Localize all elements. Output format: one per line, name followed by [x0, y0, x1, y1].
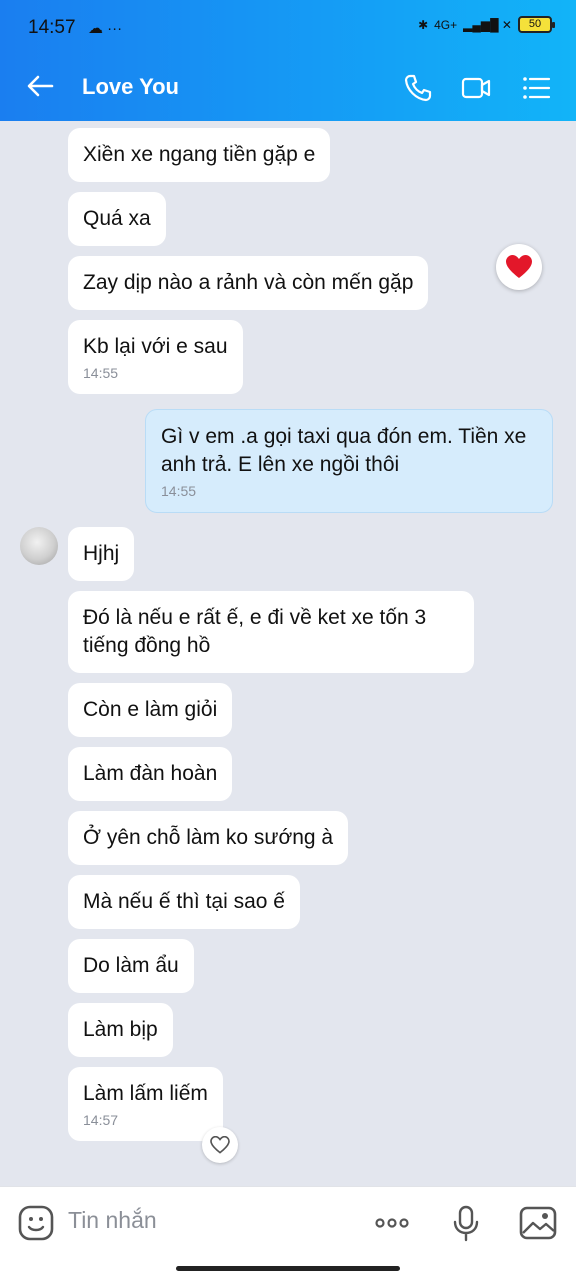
- message-text: Ở yên chỗ làm ko sướng à: [83, 826, 334, 849]
- message-text: Kb lại với e sau: [83, 335, 228, 358]
- message-bubble[interactable]: Quá xa: [68, 192, 166, 246]
- signal-icon: ▂▄▆█ ✕: [463, 17, 512, 32]
- message-bubble[interactable]: Xiền xe ngang tiền gặp e: [68, 128, 331, 182]
- message-time: 14:55: [83, 365, 119, 381]
- menu-icon[interactable]: [520, 72, 552, 104]
- status-right-icons: ✱ 4G+ ▂▄▆█ ✕ 50: [418, 16, 555, 33]
- message-input[interactable]: Tin nhắn: [68, 1207, 157, 1234]
- message-bubble[interactable]: Đó là nếu e rất ế, e đi về ket xe tốn 3 …: [68, 591, 474, 673]
- message-text: Làm bịp: [83, 1018, 158, 1041]
- message-text: Quá xa: [83, 207, 151, 230]
- message-bubble[interactable]: Còn e làm giỏi: [68, 683, 233, 737]
- message-text: Hjhj: [83, 542, 120, 565]
- video-call-icon[interactable]: [460, 72, 492, 104]
- more-icon[interactable]: [372, 1203, 412, 1243]
- message-time: 14:57: [83, 1112, 119, 1128]
- status-time: 14:57: [28, 17, 76, 38]
- message-bubble[interactable]: Làm đàn hoàn: [68, 747, 233, 801]
- image-icon[interactable]: [518, 1203, 558, 1243]
- heart-reaction[interactable]: [496, 244, 542, 290]
- back-arrow-icon[interactable]: [24, 70, 56, 102]
- message-time: 14:55: [161, 483, 197, 499]
- message-bubble[interactable]: Làm lấm liếm 14:57: [68, 1067, 223, 1141]
- notification-icons: ☁ ···: [88, 20, 123, 37]
- message-bubble[interactable]: Zay dịp nào a rảnh và còn mến gặp: [68, 256, 429, 310]
- sent-message-bubble[interactable]: Gì v em .a gọi taxi qua đón em. Tiền xe …: [145, 409, 553, 513]
- emoji-icon[interactable]: [16, 1203, 56, 1243]
- heart-outline-icon: [210, 1136, 230, 1154]
- message-text: Đó là nếu e rất ế, e đi về ket xe tốn 3 …: [83, 606, 427, 657]
- message-text: Mà nếu ế thì tại sao ế: [83, 890, 285, 913]
- network-label: 4G+: [434, 17, 458, 32]
- message-text: Do làm ẩu: [83, 954, 179, 977]
- message-bubble[interactable]: Ở yên chỗ làm ko sướng à: [68, 811, 349, 865]
- message-text: Còn e làm giỏi: [83, 698, 218, 721]
- message-text: Làm lấm liếm: [83, 1082, 208, 1105]
- bluetooth-icon: ✱: [418, 17, 429, 32]
- chat-title[interactable]: Love You: [82, 74, 179, 100]
- message-text: Xiền xe ngang tiền gặp e: [83, 143, 316, 166]
- chat-header: 14:57 ☁ ··· ✱ 4G+ ▂▄▆█ ✕ 50 Love You: [0, 0, 576, 121]
- nav-bar: Love You: [0, 58, 576, 118]
- message-bubble[interactable]: Mà nếu ế thì tại sao ế: [68, 875, 300, 929]
- microphone-icon[interactable]: [446, 1203, 486, 1243]
- message-text: Zay dịp nào a rảnh và còn mến gặp: [83, 271, 414, 294]
- heart-reaction-icon: [506, 255, 532, 278]
- message-bubble[interactable]: Hjhj: [68, 527, 135, 581]
- message-text: Gì v em .a gọi taxi qua đón em. Tiền xe …: [161, 425, 527, 476]
- react-button[interactable]: [202, 1127, 238, 1163]
- home-indicator: [176, 1266, 400, 1271]
- battery-icon: 50: [518, 16, 555, 33]
- message-bubble[interactable]: Do làm ẩu: [68, 939, 194, 993]
- status-bar: 14:57 ☁ ··· ✱ 4G+ ▂▄▆█ ✕ 50: [0, 0, 576, 56]
- message-bubble[interactable]: Kb lại với e sau 14:55: [68, 320, 243, 394]
- phone-icon[interactable]: [402, 72, 434, 104]
- message-text: Làm đàn hoàn: [83, 762, 218, 785]
- message-bubble[interactable]: Làm bịp: [68, 1003, 173, 1057]
- avatar[interactable]: [20, 527, 58, 565]
